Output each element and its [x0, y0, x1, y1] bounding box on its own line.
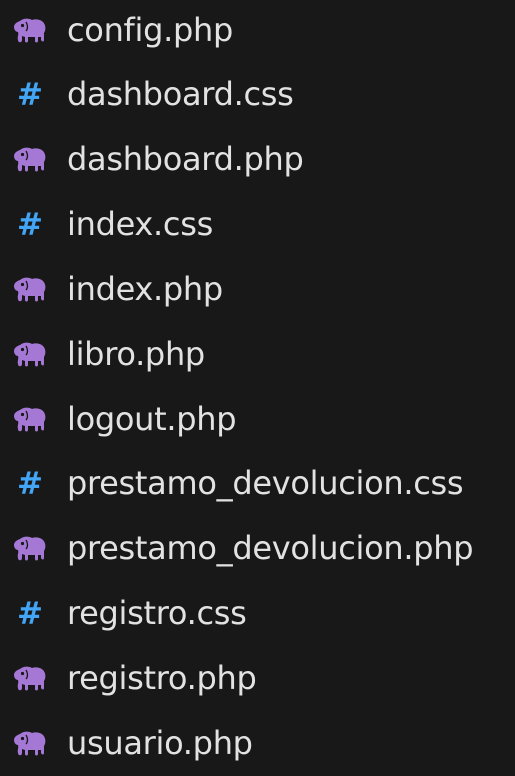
php-elephant-icon	[10, 724, 50, 764]
file-name: dashboard.css	[67, 75, 294, 114]
file-name: prestamo_devolucion.php	[67, 529, 474, 568]
css-hash-icon: #	[10, 594, 50, 634]
hash-glyph: #	[17, 465, 43, 502]
file-item[interactable]: registro.php	[0, 648, 515, 710]
file-item[interactable]: # index.css	[0, 194, 515, 256]
hash-glyph: #	[17, 595, 43, 632]
php-elephant-icon	[10, 11, 50, 51]
php-elephant-icon	[10, 400, 50, 440]
file-name: registro.css	[67, 594, 247, 633]
php-elephant-icon	[10, 335, 50, 375]
file-item[interactable]: usuario.php	[0, 713, 515, 775]
file-item[interactable]: # prestamo_devolucion.css	[0, 453, 515, 515]
css-hash-icon: #	[10, 75, 50, 115]
php-elephant-icon	[10, 529, 50, 569]
file-name: prestamo_devolucion.css	[67, 464, 464, 503]
elephant-shape	[14, 536, 46, 561]
file-item[interactable]: libro.php	[0, 324, 515, 386]
file-item[interactable]: index.php	[0, 259, 515, 321]
php-elephant-icon	[10, 140, 50, 180]
file-name: libro.php	[67, 335, 205, 374]
hash-glyph: #	[17, 76, 43, 113]
file-name: registro.php	[67, 659, 257, 698]
file-item[interactable]: # dashboard.css	[0, 64, 515, 126]
file-name: index.php	[67, 270, 223, 309]
elephant-shape	[14, 731, 46, 756]
php-elephant-icon	[10, 659, 50, 699]
hash-glyph: #	[17, 206, 43, 243]
elephant-shape	[14, 147, 46, 172]
css-hash-icon: #	[10, 464, 50, 504]
elephant-shape	[14, 407, 46, 432]
css-hash-icon: #	[10, 205, 50, 245]
file-item[interactable]: config.php	[0, 0, 515, 62]
file-item[interactable]: # registro.css	[0, 583, 515, 645]
file-item[interactable]: logout.php	[0, 389, 515, 451]
file-name: usuario.php	[67, 724, 253, 763]
elephant-shape	[14, 277, 46, 302]
file-explorer: config.php # dashboard.css dashboard.php # in…	[0, 0, 515, 776]
file-item[interactable]: dashboard.php	[0, 129, 515, 191]
elephant-shape	[14, 342, 46, 367]
file-name: logout.php	[67, 400, 237, 439]
elephant-shape	[14, 666, 46, 691]
file-name: dashboard.php	[67, 140, 304, 179]
file-name: config.php	[67, 11, 234, 50]
file-name: index.css	[67, 205, 213, 244]
file-item[interactable]: prestamo_devolucion.php	[0, 518, 515, 580]
php-elephant-icon	[10, 270, 50, 310]
elephant-shape	[14, 18, 46, 43]
